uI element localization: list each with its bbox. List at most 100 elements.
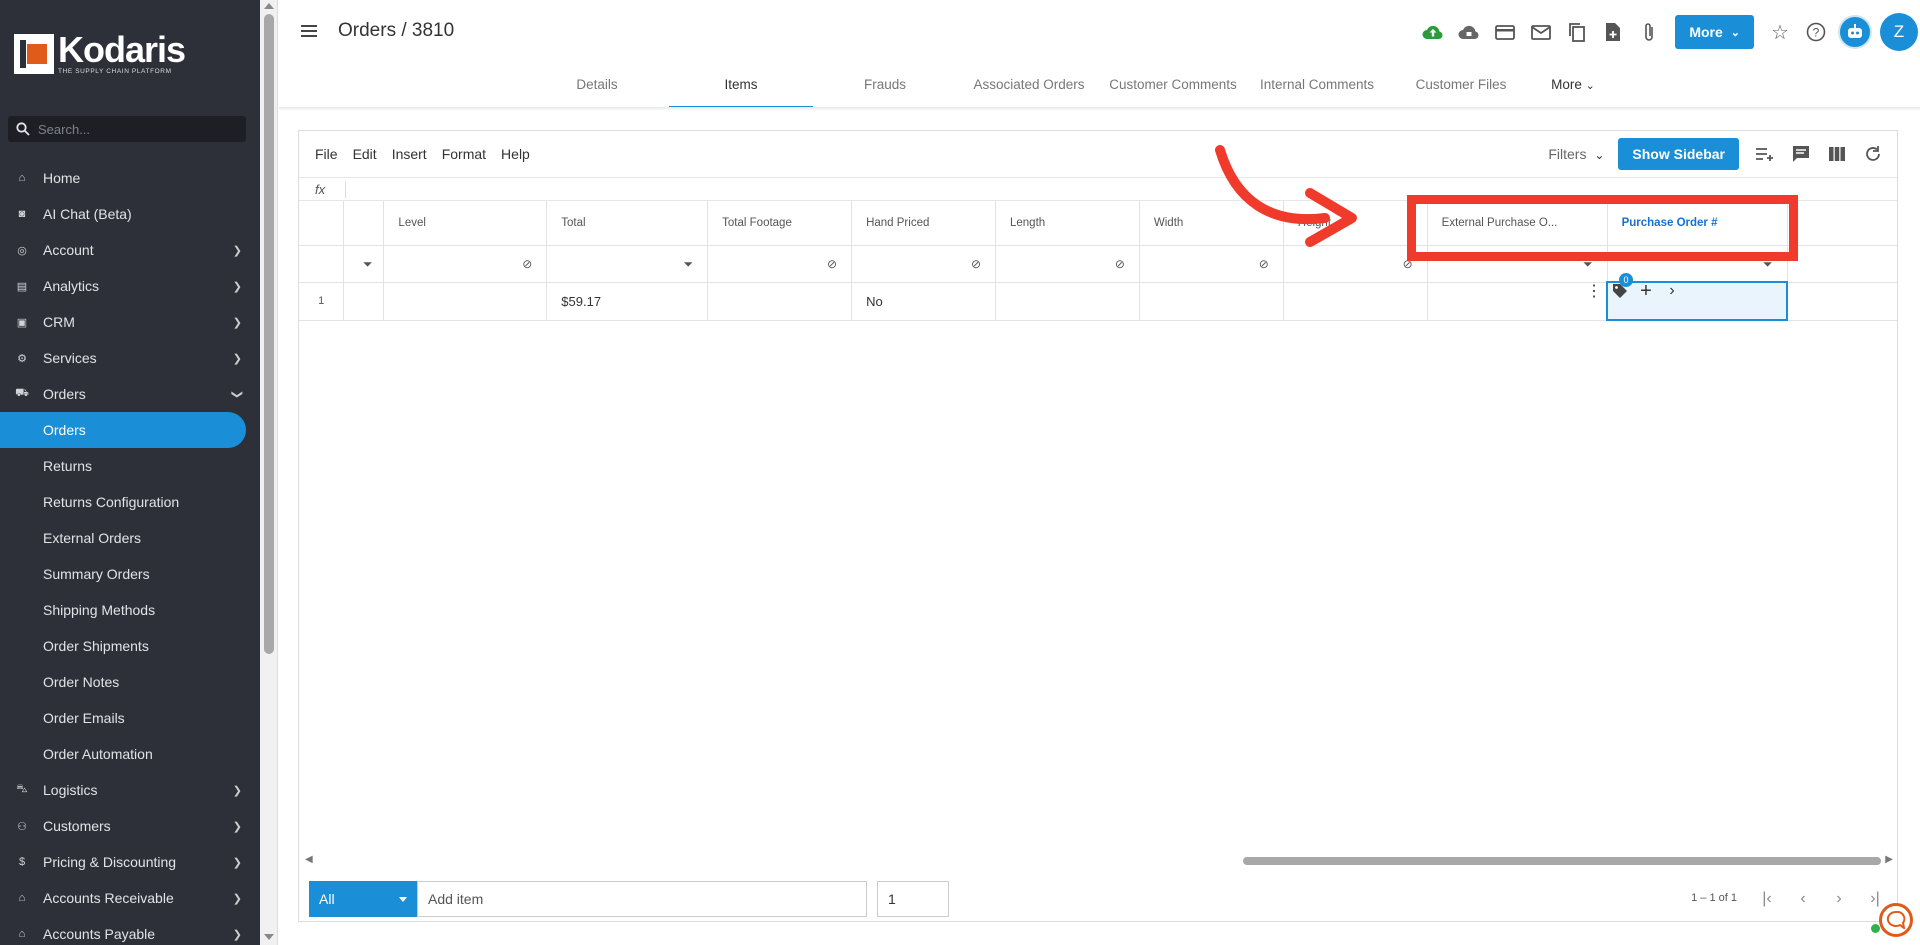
filter-cell-length[interactable]: ⊘ <box>995 245 1140 283</box>
tab-items[interactable]: Items <box>669 70 813 108</box>
tab-details[interactable]: Details <box>525 70 669 108</box>
select-column-header[interactable] <box>343 201 385 246</box>
sidebar-item-analytics[interactable]: ▤ Analytics ❯ <box>0 268 260 304</box>
show-sidebar-button[interactable]: Show Sidebar <box>1618 138 1739 170</box>
sidebar-item-ai-chat[interactable]: ◙ AI Chat (Beta) <box>0 196 260 232</box>
sidebar-item-account[interactable]: ◎ Account ❯ <box>0 232 260 268</box>
filter-cell-total[interactable]: ⏷ <box>546 245 709 283</box>
scroll-right-arrow-icon[interactable]: ▶ <box>1885 854 1893 865</box>
filter-off-icon[interactable]: ⊘ <box>1259 257 1269 271</box>
star-icon[interactable]: ☆ <box>1762 14 1798 50</box>
next-page-icon[interactable]: › <box>1821 885 1857 913</box>
cell-hand-priced[interactable]: No <box>851 282 996 321</box>
cell-height[interactable] <box>1283 282 1428 321</box>
sidebar-item-orders[interactable]: ⛟ Orders ❯ <box>0 376 260 412</box>
sidebar-subitem-order-emails[interactable]: Order Emails <box>0 700 260 736</box>
add-icon[interactable]: + <box>1633 279 1659 303</box>
cell-length[interactable] <box>995 282 1140 321</box>
cloud-upload-icon[interactable] <box>1415 14 1451 50</box>
sidebar-item-crm[interactable]: ▣ CRM ❯ <box>0 304 260 340</box>
sidebar-item-home[interactable]: ⌂ Home <box>0 160 260 196</box>
cell-total-footage[interactable] <box>707 282 853 321</box>
filter-cell-width[interactable]: ⊘ <box>1139 245 1284 283</box>
menu-icon[interactable] <box>301 25 317 37</box>
menu-help[interactable]: Help <box>501 146 530 162</box>
column-header-total-footage[interactable]: Total Footage <box>707 201 853 246</box>
filter-cell-total-footage[interactable]: ⊘ <box>707 245 853 283</box>
sidebar-item-pricing[interactable]: $ Pricing & Discounting ❯ <box>0 844 260 880</box>
columns-icon[interactable] <box>1819 138 1855 170</box>
item-type-select[interactable]: All <box>309 881 417 917</box>
sidebar-subitem-returns[interactable]: Returns <box>0 448 260 484</box>
tab-internal-comments[interactable]: Internal Comments <box>1245 70 1389 108</box>
copy-icon[interactable] <box>1559 14 1595 50</box>
sidebar-subitem-shipping-methods[interactable]: Shipping Methods <box>0 592 260 628</box>
column-header-length[interactable]: Length <box>995 201 1140 246</box>
sidebar-scroll-thumb[interactable] <box>264 14 274 654</box>
sidebar-subitem-orders[interactable]: Orders <box>0 412 246 448</box>
more-vertical-icon[interactable]: ⋮ <box>1581 279 1607 303</box>
row-select-cell[interactable] <box>343 282 385 321</box>
horizontal-scroll-thumb[interactable] <box>1243 857 1881 865</box>
tags-icon[interactable]: 0 <box>1607 273 1633 303</box>
tab-customer-comments[interactable]: Customer Comments <box>1101 70 1245 108</box>
refresh-icon[interactable] <box>1855 138 1891 170</box>
menu-insert[interactable]: Insert <box>392 146 427 162</box>
tab-customer-files[interactable]: Customer Files <box>1389 70 1533 108</box>
more-button[interactable]: More ⌄ <box>1675 15 1754 49</box>
sidebar-subitem-order-notes[interactable]: Order Notes <box>0 664 260 700</box>
column-header-total[interactable]: Total <box>546 201 709 246</box>
help-icon[interactable]: ? <box>1798 14 1834 50</box>
filter-off-icon[interactable]: ⊘ <box>522 257 532 271</box>
ai-assistant-icon[interactable] <box>1838 15 1872 49</box>
search-input[interactable]: Search... <box>8 116 246 142</box>
quantity-input[interactable]: 1 <box>877 881 949 917</box>
chat-support-icon[interactable] <box>1879 903 1913 937</box>
filter-cell-hand-priced[interactable]: ⊘ <box>851 245 996 283</box>
scroll-down-arrow-icon[interactable] <box>264 934 274 940</box>
sidebar-subitem-order-automation[interactable]: Order Automation <box>0 736 260 772</box>
sidebar-subitem-returns-configuration[interactable]: Returns Configuration <box>0 484 260 520</box>
scroll-left-arrow-icon[interactable]: ◀ <box>305 854 313 865</box>
user-avatar[interactable]: Z <box>1880 13 1918 51</box>
cell-total[interactable]: $59.17 <box>546 282 709 321</box>
sidebar-item-logistics[interactable]: ⛍ Logistics ❯ <box>0 772 260 808</box>
menu-format[interactable]: Format <box>442 146 486 162</box>
filter-cell-level[interactable]: ⊘ <box>383 245 548 283</box>
cell-level[interactable] <box>383 282 548 321</box>
cell-width[interactable] <box>1139 282 1284 321</box>
add-row-icon[interactable] <box>1747 138 1783 170</box>
sidebar-item-services[interactable]: ⚙ Services ❯ <box>0 340 260 376</box>
filters-dropdown[interactable]: Filters ⌄ <box>1548 146 1604 162</box>
horizontal-scrollbar[interactable]: ◀ ▶ <box>299 854 1897 868</box>
sidebar-subitem-external-orders[interactable]: External Orders <box>0 520 260 556</box>
menu-file[interactable]: File <box>315 146 338 162</box>
filter-off-icon[interactable]: ⊘ <box>971 257 981 271</box>
column-header-level[interactable]: Level <box>383 201 548 246</box>
comment-icon[interactable] <box>1783 138 1819 170</box>
sidebar-item-accounts-receivable[interactable]: ⌂ Accounts Receivable ❯ <box>0 880 260 916</box>
scroll-up-arrow-icon[interactable] <box>264 3 274 9</box>
filter-off-icon[interactable]: ⊘ <box>1115 257 1125 271</box>
sidebar-subitem-summary-orders[interactable]: Summary Orders <box>0 556 260 592</box>
sidebar-item-customers[interactable]: ⚇ Customers ❯ <box>0 808 260 844</box>
previous-page-icon[interactable]: ‹ <box>1785 885 1821 913</box>
first-page-icon[interactable]: |‹ <box>1749 885 1785 913</box>
sidebar-scrollbar[interactable] <box>260 0 278 945</box>
tab-more[interactable]: More ⌄ <box>1533 70 1613 108</box>
add-item-input[interactable]: Add item <box>417 881 867 917</box>
sidebar-subitem-order-shipments[interactable]: Order Shipments <box>0 628 260 664</box>
filter-icon[interactable]: ⏷ <box>684 257 694 272</box>
mail-icon[interactable] <box>1523 14 1559 50</box>
column-header-hand-priced[interactable]: Hand Priced <box>851 201 996 246</box>
tab-associated-orders[interactable]: Associated Orders <box>957 70 1101 108</box>
filter-off-icon[interactable]: ⊘ <box>827 257 837 271</box>
credit-card-icon[interactable] <box>1487 14 1523 50</box>
chevron-right-icon[interactable]: › <box>1659 279 1685 303</box>
filter-icon[interactable]: ⏷ <box>363 257 373 272</box>
paperclip-icon[interactable] <box>1631 14 1667 50</box>
tab-frauds[interactable]: Frauds <box>813 70 957 108</box>
menu-edit[interactable]: Edit <box>353 146 377 162</box>
kodaris-logo[interactable]: Kodaris THE SUPPLY CHAIN PLATFORM <box>14 32 186 76</box>
filter-select-cell[interactable]: ⏷ <box>343 245 385 283</box>
